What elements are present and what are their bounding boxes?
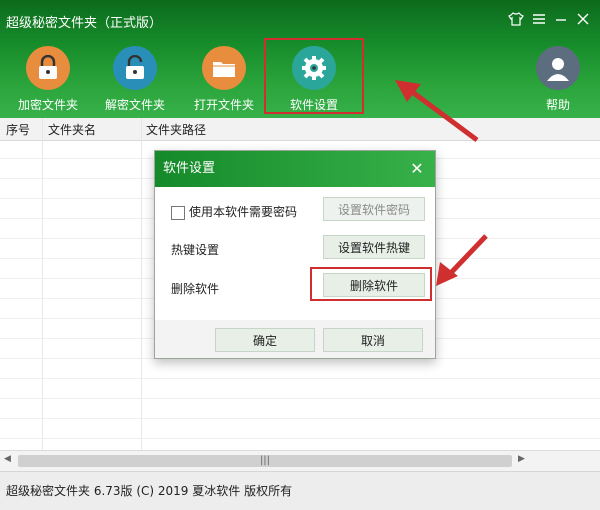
- menu-icon[interactable]: [528, 8, 550, 30]
- require-password-checkbox[interactable]: [171, 205, 185, 220]
- scroll-left-icon[interactable]: ◀: [4, 454, 11, 464]
- settings-dialog: 软件设置 ✕ 使用本软件需要密码 设置软件密码 热键设置 设置软件热键 删除软件…: [154, 150, 436, 359]
- annotation-arrow: [395, 80, 479, 143]
- decrypt-folder-button[interactable]: 解密文件夹: [95, 46, 175, 113]
- unlock-icon: [113, 46, 157, 90]
- cancel-button[interactable]: 取消: [323, 328, 423, 352]
- decrypt-folder-label: 解密文件夹: [104, 98, 165, 112]
- encrypt-folder-button[interactable]: 加密文件夹: [8, 46, 88, 113]
- user-icon: [536, 46, 580, 90]
- hotkey-row-label: 热键设置: [171, 243, 220, 257]
- column-folder-name[interactable]: 文件夹名: [48, 121, 96, 138]
- close-icon[interactable]: [572, 8, 594, 30]
- password-option-row[interactable]: 使用本软件需要密码: [171, 203, 297, 220]
- help-button[interactable]: 帮助: [518, 46, 598, 113]
- shirt-icon[interactable]: [505, 8, 527, 30]
- minimize-icon[interactable]: [550, 8, 572, 30]
- close-icon[interactable]: ✕: [407, 151, 427, 187]
- window-title: 超级秘密文件夹（正式版）: [6, 16, 163, 31]
- annotation-arrow: [436, 234, 488, 286]
- open-folder-label: 打开文件夹: [193, 98, 254, 112]
- folder-icon: [202, 46, 246, 90]
- column-folder-path[interactable]: 文件夹路径: [146, 121, 206, 138]
- horizontal-scrollbar[interactable]: ◀ ||| ▶: [0, 450, 600, 471]
- set-hotkey-button[interactable]: 设置软件热键: [323, 235, 425, 259]
- scroll-right-icon[interactable]: ▶: [518, 454, 525, 464]
- open-folder-button[interactable]: 打开文件夹: [184, 46, 264, 113]
- set-password-button[interactable]: 设置软件密码: [323, 197, 425, 221]
- require-password-label: 使用本软件需要密码: [189, 205, 298, 219]
- scroll-thumb[interactable]: |||: [18, 455, 512, 467]
- lock-icon: [26, 46, 70, 90]
- list-header: 序号 文件夹名 文件夹路径: [0, 118, 600, 141]
- dialog-title: 软件设置: [163, 161, 216, 176]
- ok-button[interactable]: 确定: [215, 328, 315, 352]
- dialog-header: 软件设置 ✕: [155, 151, 435, 187]
- help-label: 帮助: [545, 98, 570, 112]
- encrypt-folder-label: 加密文件夹: [17, 98, 78, 112]
- column-index[interactable]: 序号: [6, 121, 30, 138]
- dialog-footer: 确定 取消: [155, 320, 435, 358]
- status-bar: 超级秘密文件夹 6.73版 (C) 2019 夏冰软件 版权所有: [0, 471, 600, 510]
- delete-row-label: 删除软件: [171, 282, 220, 296]
- settings-selection-highlight: [264, 38, 364, 114]
- status-text: 超级秘密文件夹 6.73版 (C) 2019 夏冰软件 版权所有: [6, 484, 293, 498]
- delete-highlight-box: [310, 267, 432, 301]
- title-bar: 超级秘密文件夹（正式版） 加密文件夹 解密文件夹 打开文件夹 软件设置 帮助: [0, 0, 600, 118]
